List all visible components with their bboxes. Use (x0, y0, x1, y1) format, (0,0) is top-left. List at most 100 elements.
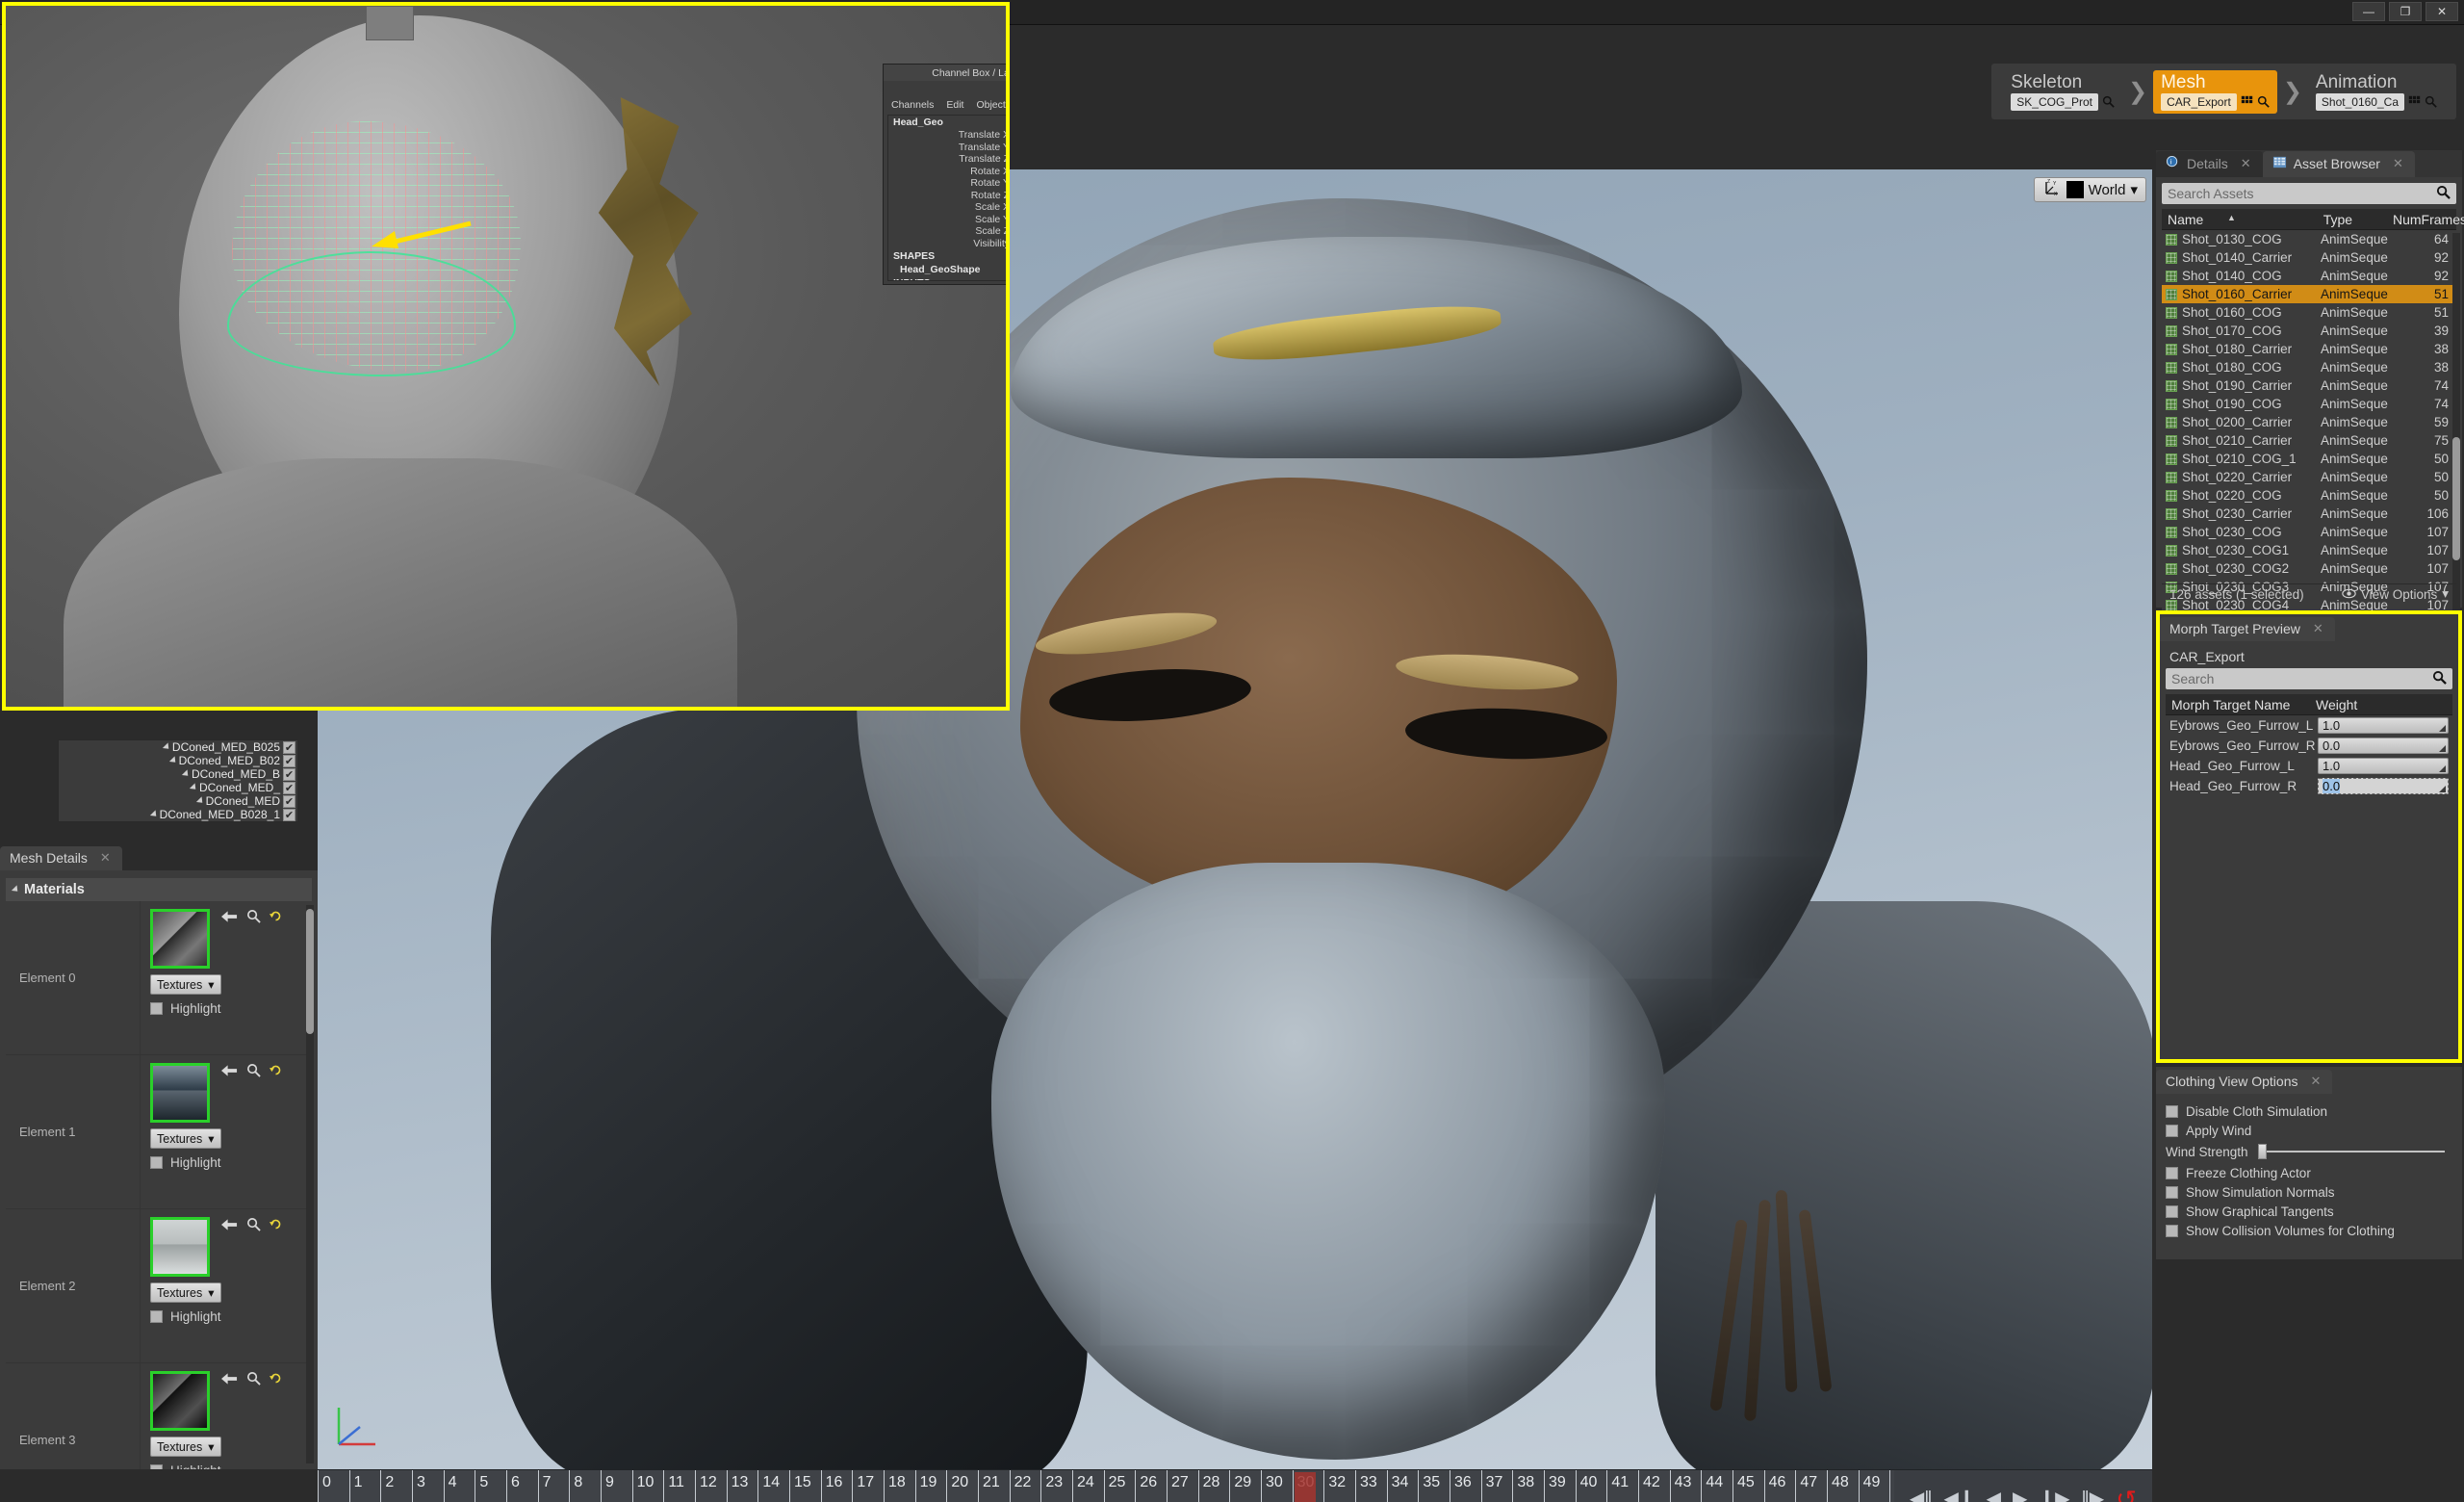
morph-target-weight-input[interactable]: 1.0 (2318, 717, 2449, 734)
materials-section-header[interactable]: Materials (6, 878, 312, 901)
material-thumbnail[interactable] (150, 1063, 210, 1123)
maya-channel-box-window[interactable]: Channel Box / Layer Editor ❐ ✕ Channels … (883, 64, 1010, 285)
channel-attribute-row[interactable]: Translate X0 (888, 129, 1010, 142)
timeline-tick[interactable]: 9 (601, 1470, 602, 1502)
bone-tree-item[interactable]: DConed_MED✔ (59, 794, 297, 808)
step-to-start-button[interactable]: ◀‖ (1910, 1489, 1933, 1502)
column-header-weight[interactable]: Weight (2310, 697, 2452, 712)
timeline-tick[interactable]: 20 (946, 1470, 947, 1502)
animation-asset-field[interactable]: Shot_0160_Ca (2316, 93, 2404, 111)
highlight-checkbox-row[interactable]: Highlight (150, 1461, 304, 1469)
breadcrumb-item-skeleton[interactable]: Skeleton SK_COG_Prot (2003, 70, 2122, 114)
checkbox-icon[interactable] (2166, 1186, 2178, 1199)
bone-tree-item[interactable]: DConed_MED_✔ (59, 781, 297, 794)
tab-details[interactable]: i Details ✕ (2156, 151, 2263, 177)
timeline-tick[interactable]: 50 (1889, 1470, 1890, 1502)
tab-asset-browser[interactable]: Asset Browser ✕ (2263, 151, 2415, 177)
checkbox-show-collision-volumes[interactable]: Show Collision Volumes for Clothing (2160, 1221, 2458, 1240)
step-forward-button[interactable]: ❙▶ (2039, 1489, 2069, 1502)
morph-target-row[interactable]: Eybrows_Geo_Furrow_L1.0 (2166, 715, 2452, 736)
morph-target-row[interactable]: Eybrows_Geo_Furrow_R0.0 (2166, 736, 2452, 756)
minimize-icon[interactable]: — (2352, 2, 2385, 21)
timeline-tick[interactable]: 38 (1512, 1470, 1513, 1502)
browse-icon[interactable] (246, 909, 261, 927)
channel-attribute-row[interactable]: Rotate Z0 (888, 190, 1010, 202)
timeline-tick[interactable]: 43 (1670, 1470, 1671, 1502)
timeline-tick[interactable]: 34 (1387, 1470, 1388, 1502)
checkbox-icon[interactable] (2166, 1125, 2178, 1137)
channel-attribute-row[interactable]: Rotate Y0 (888, 177, 1010, 190)
mesh-details-scrollbar[interactable] (306, 909, 314, 1034)
timeline-tick[interactable]: 29 (1229, 1470, 1230, 1502)
highlight-checkbox-row[interactable]: Highlight (150, 998, 304, 1018)
expander-icon[interactable] (168, 756, 177, 764)
wind-strength-slider[interactable] (2258, 1151, 2445, 1152)
timeline-tick[interactable]: 1 (349, 1470, 350, 1502)
checkbox-icon[interactable] (150, 1464, 163, 1470)
browse-icon-mesh[interactable] (2257, 95, 2270, 108)
timeline-tick[interactable]: 16 (821, 1470, 822, 1502)
expander-icon[interactable] (149, 810, 158, 818)
browse-icon[interactable] (246, 1371, 261, 1389)
asset-row[interactable]: Shot_0130_COGAnimSeque64 (2162, 230, 2456, 248)
timeline-tick[interactable]: 46 (1764, 1470, 1765, 1502)
resize-corner-icon[interactable] (2439, 786, 2446, 792)
color-swatch[interactable] (2066, 181, 2084, 198)
maya-viewport[interactable] (6, 6, 1006, 707)
checkbox-show-graphical-tangents[interactable]: Show Graphical Tangents (2160, 1202, 2458, 1221)
channel-attribute-row[interactable]: Scale Z1 (888, 225, 1010, 238)
play-button[interactable]: ▶ (2013, 1489, 2027, 1502)
column-header-name[interactable]: Name ▲ (2162, 212, 2318, 227)
visibility-checkbox[interactable]: ✔ (283, 755, 295, 767)
search-icon[interactable] (2432, 670, 2447, 688)
resize-corner-icon[interactable] (2439, 745, 2446, 752)
slider-handle[interactable] (2258, 1144, 2267, 1159)
highlight-checkbox-row[interactable]: Highlight (150, 1307, 304, 1326)
asset-row[interactable]: Shot_0230_COG1AnimSeque107 (2162, 541, 2456, 559)
timeline-tick[interactable]: 12 (695, 1470, 696, 1502)
asset-list-scrollbar[interactable] (2452, 437, 2460, 560)
timeline-tick[interactable]: 23 (1040, 1470, 1041, 1502)
asset-row[interactable]: Shot_0180_CarrierAnimSeque38 (2162, 340, 2456, 358)
timeline-tick[interactable]: 49 (1859, 1470, 1860, 1502)
asset-row[interactable]: Shot_0170_COGAnimSeque39 (2162, 322, 2456, 340)
asset-row[interactable]: Shot_0140_CarrierAnimSeque92 (2162, 248, 2456, 267)
timeline-tick[interactable]: 18 (884, 1470, 885, 1502)
checkbox-apply-wind[interactable]: Apply Wind (2160, 1121, 2458, 1140)
channel-box-attribute-list[interactable]: Head_GeoTranslate X0Translate Y0Translat… (887, 115, 1010, 281)
checkbox-icon[interactable] (150, 1310, 163, 1323)
visibility-checkbox[interactable]: ✔ (283, 795, 295, 808)
close-icon[interactable]: ✕ (2426, 2, 2458, 21)
channel-attribute-row[interactable]: Visibilityon (888, 238, 1010, 250)
maya-overlay-window[interactable]: Channel Box / Layer Editor ❐ ✕ Channels … (2, 2, 1010, 711)
asset-row[interactable]: Shot_0230_COGAnimSeque107 (2162, 523, 2456, 541)
asset-row[interactable]: Shot_0140_COGAnimSeque92 (2162, 267, 2456, 285)
tab-morph-target-preview[interactable]: Morph Target Preview ✕ (2160, 617, 2335, 641)
use-selected-asset-icon[interactable] (221, 910, 238, 927)
skeleton-asset-field[interactable]: SK_COG_Prot (2011, 93, 2098, 111)
channel-attribute-row[interactable]: Translate Y0 (888, 142, 1010, 154)
checkbox-icon[interactable] (150, 1002, 163, 1015)
morph-target-row[interactable]: Head_Geo_Furrow_R0.0 (2166, 776, 2452, 796)
asset-row[interactable]: Shot_0200_CarrierAnimSeque59 (2162, 413, 2456, 431)
asset-row[interactable]: Shot_0180_COGAnimSeque38 (2162, 358, 2456, 376)
breadcrumb-item-mesh[interactable]: Mesh CAR_Export (2153, 70, 2277, 114)
reset-icon[interactable] (270, 910, 282, 926)
search-icon[interactable] (2436, 185, 2451, 203)
timeline-tick[interactable]: 28 (1198, 1470, 1199, 1502)
menu-edit[interactable]: Edit (946, 99, 963, 111)
timeline-tick[interactable]: 48 (1827, 1470, 1828, 1502)
channel-attribute-row[interactable]: Translate Z0 (888, 153, 1010, 166)
asset-row[interactable]: Shot_0190_CarrierAnimSeque74 (2162, 376, 2456, 395)
timeline-tick[interactable]: 40 (1576, 1470, 1577, 1502)
asset-row[interactable]: Shot_0210_CarrierAnimSeque75 (2162, 431, 2456, 450)
restore-icon[interactable]: ❐ (2389, 2, 2422, 21)
use-selected-asset-icon[interactable] (221, 1218, 238, 1235)
texture-dropdown[interactable]: Textures▾ (150, 1282, 221, 1303)
transform-space-dropdown[interactable]: ZYX World ▾ (2034, 177, 2146, 202)
timeline-tick[interactable]: 19 (915, 1470, 916, 1502)
reset-icon[interactable] (270, 1218, 282, 1234)
visibility-checkbox[interactable]: ✔ (283, 809, 295, 821)
timeline-tick[interactable]: 10 (632, 1470, 633, 1502)
timeline-tick[interactable]: 47 (1795, 1470, 1796, 1502)
